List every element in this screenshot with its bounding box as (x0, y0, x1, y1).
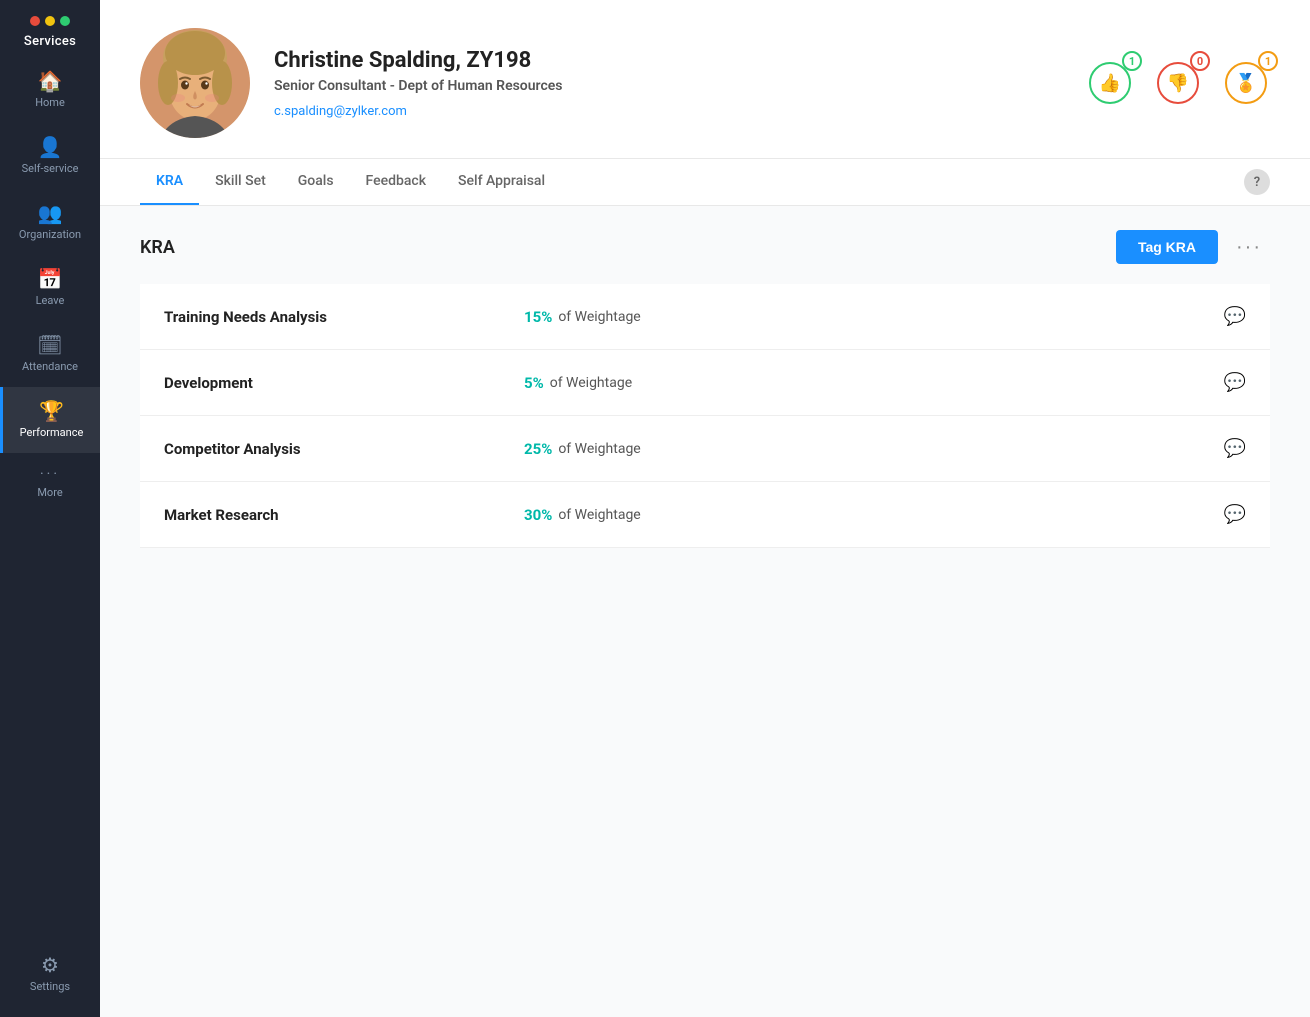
comment-icon-development[interactable]: 💬 (1224, 372, 1246, 393)
sidebar-item-organization-label: Organization (19, 228, 81, 241)
profile-header: Christine Spalding, ZY198 Senior Consult… (100, 0, 1310, 159)
kra-weightage-text-market: of Weightage (558, 507, 640, 523)
tab-feedback[interactable]: Feedback (350, 159, 442, 205)
tabs-bar: KRA Skill Set Goals Feedback Self Apprai… (100, 159, 1310, 206)
svg-text:🏅: 🏅 (1235, 72, 1257, 94)
sidebar-item-attendance[interactable]: 🗓 Attendance (0, 321, 100, 387)
thumbs-up-count: 1 (1122, 51, 1142, 71)
sidebar-bottom: ⚙ Settings (0, 941, 100, 1017)
profile-name: Christine Spalding, ZY198 (274, 48, 1086, 73)
logo-dot-yellow (45, 16, 55, 26)
kra-weightage-text-competitor: of Weightage (558, 441, 640, 457)
sidebar: Services 🏠 Home 👤 Self-service 👥 Organiz… (0, 0, 100, 1017)
profile-email[interactable]: c.spalding@zylker.com (274, 104, 407, 119)
svg-text:👍: 👍 (1099, 72, 1121, 94)
kra-more-button[interactable]: ··· (1228, 232, 1270, 263)
star-count: 1 (1258, 51, 1278, 71)
sidebar-settings-label: Settings (30, 980, 70, 993)
avatar (140, 28, 250, 138)
more-icon: ··· (40, 467, 60, 481)
kra-pct-development: 5% (524, 374, 544, 392)
kra-pct-market: 30% (524, 506, 552, 524)
sidebar-item-more-label: More (37, 486, 62, 499)
logo-dot-green (60, 16, 70, 26)
sidebar-item-self-service-label: Self-service (22, 162, 79, 175)
organization-icon: 👥 (38, 203, 63, 223)
kra-item-weightage-development: 5% of Weightage (524, 374, 1224, 392)
comment-icon-training[interactable]: 💬 (1224, 306, 1246, 327)
svg-text:👎: 👎 (1167, 73, 1189, 94)
badge-thumbs-up[interactable]: 1 👍 (1086, 59, 1134, 107)
logo-dot-red (30, 16, 40, 26)
kra-item-development: Development 5% of Weightage 💬 (140, 350, 1270, 416)
main-content: Christine Spalding, ZY198 Senior Consult… (100, 0, 1310, 1017)
kra-item-name-competitor: Competitor Analysis (164, 440, 524, 458)
thumbs-down-icon-wrap: 0 👎 (1154, 59, 1202, 107)
leave-icon: 📅 (38, 269, 63, 289)
thumbs-down-count: 0 (1190, 51, 1210, 71)
performance-icon: 🏆 (39, 401, 64, 421)
sidebar-item-self-service[interactable]: 👤 Self-service (0, 123, 100, 189)
sidebar-nav: 🏠 Home 👤 Self-service 👥 Organization 📅 L… (0, 57, 100, 941)
kra-pct-competitor: 25% (524, 440, 552, 458)
badge-thumbs-down[interactable]: 0 👎 (1154, 59, 1202, 107)
kra-item-competitor: Competitor Analysis 25% of Weightage 💬 (140, 416, 1270, 482)
profile-department: Dept of Human Resources (398, 78, 562, 94)
thumbs-up-icon-wrap: 1 👍 (1086, 59, 1134, 107)
sidebar-item-home[interactable]: 🏠 Home (0, 57, 100, 123)
sidebar-item-performance-label: Performance (20, 426, 84, 439)
kra-item-market: Market Research 30% of Weightage 💬 (140, 482, 1270, 548)
tab-skill-set[interactable]: Skill Set (199, 159, 282, 205)
help-button[interactable]: ? (1244, 169, 1270, 195)
sidebar-item-settings[interactable]: ⚙ Settings (0, 941, 100, 1007)
kra-item-weightage-training: 15% of Weightage (524, 308, 1224, 326)
sidebar-item-organization[interactable]: 👥 Organization (0, 189, 100, 255)
sidebar-item-leave-label: Leave (36, 294, 65, 307)
sidebar-item-attendance-label: Attendance (22, 360, 78, 373)
attendance-icon: 🗓 (37, 335, 62, 355)
kra-weightage-text-training: of Weightage (558, 309, 640, 325)
comment-icon-competitor[interactable]: 💬 (1224, 438, 1246, 459)
kra-item-name-market: Market Research (164, 506, 524, 524)
profile-role: Senior Consultant - Dept of Human Resour… (274, 78, 1086, 94)
star-icon-wrap: 1 🏅 (1222, 59, 1270, 107)
sidebar-logo (30, 0, 70, 34)
sidebar-item-performance[interactable]: 🏆 Performance (0, 387, 100, 453)
kra-item-training: Training Needs Analysis 15% of Weightage… (140, 284, 1270, 350)
profile-info: Christine Spalding, ZY198 Senior Consult… (274, 48, 1086, 119)
tab-goals[interactable]: Goals (282, 159, 350, 205)
kra-item-weightage-competitor: 25% of Weightage (524, 440, 1224, 458)
kra-item-name-training: Training Needs Analysis (164, 308, 524, 326)
profile-badges: 1 👍 0 👎 (1086, 59, 1270, 107)
profile-role-title: Senior Consultant (274, 78, 386, 94)
self-service-icon: 👤 (38, 137, 63, 157)
tag-kra-button[interactable]: Tag KRA (1116, 230, 1218, 264)
sidebar-item-home-label: Home (35, 96, 65, 109)
kra-item-weightage-market: 30% of Weightage (524, 506, 1224, 524)
badge-star[interactable]: 1 🏅 (1222, 59, 1270, 107)
sidebar-item-leave[interactable]: 📅 Leave (0, 255, 100, 321)
kra-item-name-development: Development (164, 374, 524, 392)
settings-icon: ⚙ (41, 955, 59, 975)
comment-icon-market[interactable]: 💬 (1224, 504, 1246, 525)
kra-pct-training: 15% (524, 308, 552, 326)
kra-list: Training Needs Analysis 15% of Weightage… (140, 284, 1270, 548)
tab-kra[interactable]: KRA (140, 159, 199, 205)
kra-weightage-text-development: of Weightage (550, 375, 632, 391)
kra-title: KRA (140, 237, 175, 258)
tab-self-appraisal[interactable]: Self Appraisal (442, 159, 561, 205)
kra-header: KRA Tag KRA ··· (140, 230, 1270, 264)
kra-section: KRA Tag KRA ··· Training Needs Analysis … (100, 206, 1310, 1017)
sidebar-item-more[interactable]: ··· More (0, 453, 100, 513)
services-label: Services (24, 34, 76, 49)
home-icon: 🏠 (38, 71, 63, 91)
kra-actions: Tag KRA ··· (1116, 230, 1270, 264)
